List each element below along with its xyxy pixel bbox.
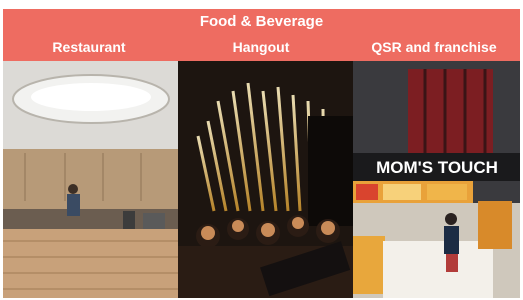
slide-title: Food & Beverage (199, 13, 324, 30)
category-label-qsr: QSR and franchise (371, 39, 497, 55)
title-banner: Food & Beverage Restaurant Hangout QSR a… (3, 9, 520, 61)
category-label-restaurant: Restaurant (52, 39, 126, 55)
category-label-hangout: Hangout (232, 39, 290, 55)
qsr-photo: MOM'S TOUCH (353, 61, 520, 298)
sign-text: MOM'S TOUCH (376, 158, 498, 177)
restaurant-photo (3, 61, 178, 298)
slide: Food & Beverage Restaurant Hangout QSR a… (0, 0, 523, 300)
hangout-photo (178, 61, 353, 298)
